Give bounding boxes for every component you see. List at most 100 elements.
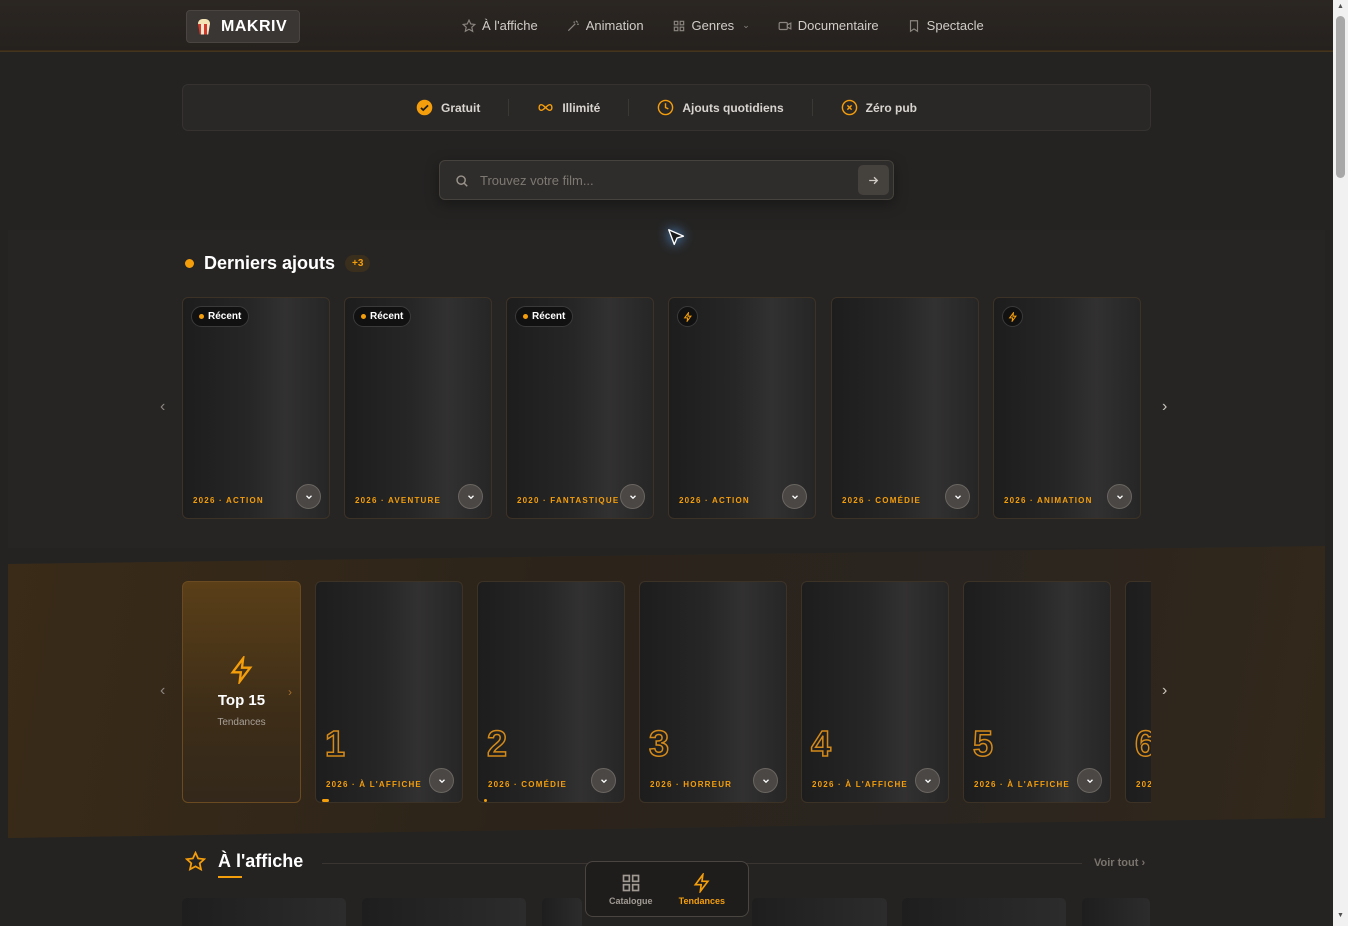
trend-card[interactable]: 5 2026 · À L'AFFICHE [963,581,1111,803]
chevron-down-icon [791,494,798,499]
scroll-up-icon[interactable]: ▲ [1336,3,1345,10]
rank-number: 2 [486,723,508,764]
recent-card[interactable]: Récent 2026 · AVENTURE [344,297,492,519]
bolt-icon [693,872,710,893]
expand-button[interactable] [753,768,778,793]
affiche-thumb[interactable] [182,898,346,926]
trend-card[interactable]: 2 2026 · COMÉDIE [477,581,625,803]
card-meta: 2026 · ACTION [679,496,750,505]
expand-button[interactable] [429,768,454,793]
card-meta: 2026 · À L'AFFICHE [812,780,908,789]
chevron-down-icon [954,494,961,499]
chevron-down-icon [629,494,636,499]
recent-card[interactable]: 2026 · COMÉDIE [831,297,979,519]
chevron-down-icon: ⌄ [742,20,750,30]
expand-button[interactable] [591,768,616,793]
search-input[interactable] [480,161,880,199]
recent-badge: Récent [515,306,574,327]
scroll-thumb[interactable] [1336,16,1345,178]
card-meta: 2026 · ANIMATION [1004,496,1093,505]
bottom-nav: Catalogue Tendances [585,861,749,917]
nav-item-animation[interactable]: Animation [566,18,644,33]
nav-item-documentaire[interactable]: Documentaire [778,18,879,33]
expand-button[interactable] [1077,768,1102,793]
top-15-subtitle: Tendances [217,717,266,728]
chevron-down-icon [762,778,769,783]
trend-card[interactable]: 6 202 [1125,581,1151,803]
rank-number: 5 [972,723,994,764]
trend-card[interactable]: 3 2026 · HORREUR [639,581,787,803]
trend-card[interactable]: 4 2026 · À L'AFFICHE [801,581,949,803]
expand-button[interactable] [945,484,970,509]
chevron-down-icon [1116,494,1123,499]
recent-card[interactable]: 2026 · ACTION [668,297,816,519]
card-meta: 2026 · AVENTURE [355,496,442,505]
rank-number: 6 [1134,725,1151,763]
star-icon [462,18,476,32]
bottom-nav-tendances[interactable]: Tendances [679,872,725,906]
mouse-cursor-icon [668,229,685,246]
nav-item-a-laffiche[interactable]: À l'affiche [462,18,538,33]
recent-prev-arrow[interactable]: ‹ [160,398,165,416]
chevron-down-icon [467,494,474,499]
recent-card[interactable]: Récent 2020 · FANTASTIQUE [506,297,654,519]
expand-button[interactable] [620,484,645,509]
scroll-down-icon[interactable]: ▼ [1336,912,1345,919]
see-all-link[interactable]: Voir tout › [1094,857,1145,869]
rank-number: 1 [324,723,346,764]
page: MAKRIV À l'affiche Animation Genres ⌄ Do… [0,0,1333,926]
recent-next-arrow[interactable]: › [1162,398,1167,416]
feature-illimite: Illimité [508,99,628,116]
check-circle-icon [416,99,433,116]
trends-next-arrow[interactable]: › [1162,682,1167,700]
card-meta: 2026 · COMÉDIE [842,496,922,505]
affiche-thumb[interactable] [1082,898,1150,926]
recent-count-badge: +3 [345,255,371,272]
bolt-icon [229,656,252,684]
search-submit-button[interactable] [858,165,889,195]
bolt-badge [1002,306,1023,327]
affiche-header: À l'affiche [185,851,304,878]
card-meta: 2026 · ACTION [193,496,264,505]
affiche-title: À l'affiche [218,851,304,878]
arrow-right-icon [869,176,879,184]
watch-progress [322,799,329,802]
card-meta: 202 [1136,780,1151,789]
feature-gratuit: Gratuit [388,99,508,116]
rank-number: 4 [810,723,832,764]
feature-zero-pub: Zéro pub [811,99,945,116]
chevron-down-icon [600,778,607,783]
expand-button[interactable] [296,484,321,509]
recent-card[interactable]: Récent 2026 · ACTION [182,297,330,519]
recent-badge: Récent [191,306,250,327]
trends-prev-arrow[interactable]: ‹ [160,682,165,700]
clock-icon [658,99,674,116]
chevron-down-icon [305,494,312,499]
affiche-thumb[interactable] [542,898,582,926]
expand-button[interactable] [1107,484,1132,509]
watch-progress [484,799,487,802]
recent-card[interactable]: 2026 · ANIMATION [993,297,1141,519]
affiche-thumb[interactable] [752,898,887,926]
features-bar: Gratuit Illimité Ajouts quotidiens Zéro … [182,84,1151,131]
expand-button[interactable] [915,768,940,793]
affiche-thumb[interactable] [362,898,526,926]
expand-button[interactable] [782,484,807,509]
card-meta: 2020 · FANTASTIQUE [517,496,620,505]
infinity-icon [538,103,553,112]
nav-item-spectacle[interactable]: Spectacle [907,18,984,33]
video-icon [778,21,792,30]
logo[interactable]: MAKRIV [186,10,300,43]
affiche-thumb[interactable] [902,898,1066,926]
bottom-nav-catalogue[interactable]: Catalogue [609,873,653,906]
top-15-card[interactable]: Top 15 Tendances › [182,581,301,803]
popcorn-icon [197,18,211,35]
trend-card[interactable]: 1 2026 · À L'AFFICHE [315,581,463,803]
feature-ajouts-quotidiens: Ajouts quotidiens [628,99,811,116]
page-scrollbar[interactable]: ▲ ▼ [1333,0,1348,926]
card-meta: 2026 · À L'AFFICHE [974,780,1070,789]
chevron-down-icon [438,778,445,783]
grid-icon [622,874,640,891]
nav-item-genres[interactable]: Genres ⌄ [672,18,750,33]
expand-button[interactable] [458,484,483,509]
